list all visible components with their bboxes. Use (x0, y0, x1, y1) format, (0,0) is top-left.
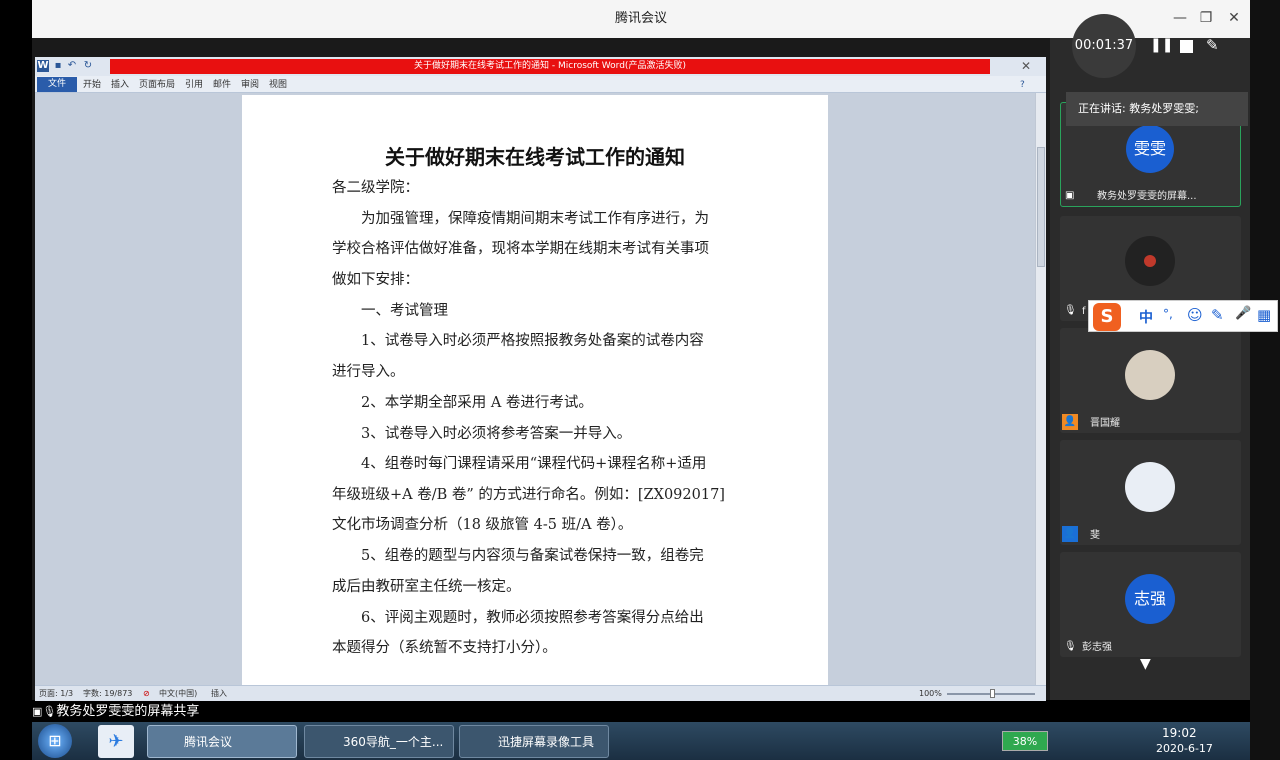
avatar (1125, 350, 1175, 400)
clock-time[interactable]: 19:02 (1162, 726, 1197, 740)
tab-view[interactable]: 视图 (269, 78, 287, 92)
meeting-titlebar: 腾讯会议 — ❐ ✕ (32, 0, 1250, 38)
document-line: 为加强管理，保障疫情期间期末考试工作有序进行，为 (332, 211, 709, 227)
tab-layout[interactable]: 页面布局 (139, 78, 175, 92)
avatar: 雯雯 (1126, 125, 1174, 173)
screen-share-label: ▣🎙教务处罗雯雯的屏幕共享 (32, 702, 332, 722)
recording-timer: 00:01:37 (1072, 14, 1136, 78)
scroll-down-icon[interactable]: ▼ (1140, 656, 1151, 672)
tab-insert[interactable]: 插入 (111, 78, 129, 92)
word-titlebar: W ▪ ↶ ↻ 关于做好期末在线考试工作的通知 - Microsoft Word… (35, 57, 1046, 76)
document-line: 年级班级+A 卷/B 卷” 的方式进行命名。例如：[ZX092017] (332, 487, 725, 503)
status-zoom[interactable]: 100% (919, 688, 942, 700)
taskbar-item[interactable]: 腾讯会议 (147, 725, 297, 758)
taskbar-item[interactable]: 迅捷屏幕录像工具 (459, 725, 609, 758)
tab-mailings[interactable]: 邮件 (213, 78, 231, 92)
status-language[interactable]: 中文(中国) (159, 688, 197, 700)
word-title-text: 关于做好期末在线考试工作的通知 - Microsoft Word(产品激活失败) (110, 59, 990, 74)
status-mode[interactable]: 插入 (211, 688, 227, 700)
left-border (0, 0, 32, 760)
right-border (1250, 0, 1280, 760)
user-icon: 👤 (1062, 526, 1078, 542)
sogou-logo-icon[interactable]: S (1093, 303, 1121, 331)
ribbon-tabs: 文件 开始 插入 页面布局 引用 邮件 审阅 视图 ? (35, 76, 1046, 93)
app-title: 腾讯会议 (614, 11, 667, 26)
vertical-scrollbar[interactable] (1035, 93, 1046, 685)
proofing-icon[interactable]: ⊘ (143, 688, 150, 700)
speaking-indicator: 正在讲话: 教务处罗雯雯; (1066, 92, 1248, 126)
save-icon[interactable]: ▪ (52, 60, 64, 72)
participant-tile[interactable]: 👤 斐 (1060, 440, 1241, 545)
tab-review[interactable]: 审阅 (241, 78, 259, 92)
document-line: 5、组卷的题型与内容须与备案试卷保持一致，组卷完 (332, 548, 704, 564)
pen-icon[interactable]: ✎ (1206, 36, 1219, 54)
help-icon[interactable]: ? (1020, 78, 1025, 92)
toolbox-icon[interactable]: ▦ (1257, 306, 1271, 324)
document-line: 做如下安排： (332, 272, 419, 288)
ime-toolbar: S 中 °, ☺ ✎ 🎤 ▦ (1088, 300, 1278, 332)
tab-home[interactable]: 开始 (83, 78, 101, 92)
participant-name: f (1082, 306, 1086, 317)
word-close-icon[interactable]: ✕ (1018, 59, 1034, 74)
word-logo-icon: W (37, 60, 49, 72)
clock-date[interactable]: 2020-6-17 (1156, 742, 1213, 755)
document-line: 各二级学院： (332, 180, 419, 196)
ime-mode-label[interactable]: 中 (1139, 307, 1153, 327)
pinned-app-icon[interactable]: ✈ (98, 725, 134, 758)
document-line: 一、考试管理 (332, 303, 448, 319)
battery-indicator[interactable]: 38% (1002, 731, 1048, 751)
document-line: 文化市场调查分析（18 级旅管 4-5 班/A 卷）。 (332, 517, 633, 533)
participant-panel: 雯雯 ▣ 教务处罗雯雯的屏幕... 🎙 f 👤 晋国耀 👤 斐 志强 🎙 彭志强… (1050, 38, 1250, 700)
document-line: 6、评阅主观题时，教师必须按照参考答案得分点给出 (332, 610, 704, 626)
restore-button[interactable]: ❐ (1196, 8, 1216, 28)
mic-muted-icon: 🎙 (1064, 305, 1077, 316)
participant-tile[interactable]: 👤 晋国耀 (1060, 328, 1241, 433)
participant-tile[interactable]: 志强 🎙 彭志强 (1060, 552, 1241, 657)
undo-icon[interactable]: ↶ (66, 60, 78, 72)
emoji-icon[interactable]: ☺ (1187, 306, 1203, 324)
document-line: 本题得分（系统暂不支持打小分）。 (332, 640, 557, 656)
screen-share-icon: ▣🎙 (32, 705, 57, 718)
avatar (1125, 236, 1175, 286)
participant-name: 彭志强 (1082, 642, 1112, 653)
mic-muted-icon: 🎙 (1064, 641, 1077, 652)
document-line: 1、试卷导入时必须严格按照报教务处备案的试卷内容 (332, 333, 704, 349)
zoom-slider-thumb[interactable] (990, 689, 995, 698)
document-line: 3、试卷导入时必须将参考答案一并导入。 (332, 426, 632, 442)
avatar (1125, 462, 1175, 512)
document-line: 学校合格评估做好准备，现将本学期在线期末考试有关事项 (332, 241, 709, 257)
scroll-thumb[interactable] (1037, 147, 1045, 267)
host-icon: 👤 (1062, 414, 1078, 430)
minimize-button[interactable]: — (1170, 8, 1190, 28)
status-page[interactable]: 页面: 1/3 (39, 688, 73, 700)
participant-name: 教务处罗雯雯的屏幕... (1097, 191, 1197, 202)
participant-name: 斐 (1090, 530, 1100, 541)
close-button[interactable]: ✕ (1224, 8, 1244, 28)
screen-share-icon: ▣ (1065, 190, 1075, 201)
pause-icon[interactable]: ❚❚ (1150, 37, 1173, 53)
document-page[interactable]: 关于做好期末在线考试工作的通知 各二级学院： 为加强管理，保障疫情期间期末考试工… (242, 95, 828, 685)
tab-file[interactable]: 文件 (37, 77, 77, 92)
participant-name: 晋国耀 (1090, 418, 1120, 429)
document-line: 2、本学期全部采用 A 卷进行考试。 (332, 395, 593, 411)
tab-references[interactable]: 引用 (185, 78, 203, 92)
start-button[interactable]: ⊞ (38, 724, 72, 758)
redo-icon[interactable]: ↻ (82, 60, 94, 72)
word-window: W ▪ ↶ ↻ 关于做好期末在线考试工作的通知 - Microsoft Word… (35, 57, 1046, 701)
taskbar: ⊞ ✈ 腾讯会议 360导航_一个主... 迅捷屏幕录像工具 38% 19:02… (32, 722, 1250, 760)
handwriting-icon[interactable]: ✎ (1211, 306, 1224, 324)
document-line: 成后由教研室主任统一核定。 (332, 579, 521, 595)
document-line: 进行导入。 (332, 364, 405, 380)
status-words[interactable]: 字数: 19/873 (83, 688, 132, 700)
taskbar-item[interactable]: 360导航_一个主... (304, 725, 454, 758)
stop-icon[interactable] (1180, 40, 1193, 53)
share-label-text: 教务处罗雯雯的屏幕共享 (56, 704, 200, 719)
punctuation-icon[interactable]: °, (1163, 307, 1173, 321)
voice-icon[interactable]: 🎤 (1235, 306, 1251, 321)
status-bar: 页面: 1/3 字数: 19/873 ⊘ 中文(中国) 插入 100% (35, 685, 1046, 701)
document-line: 4、组卷时每门课程请采用“课程代码+课程名称+适用 (332, 456, 707, 472)
document-title: 关于做好期末在线考试工作的通知 (385, 145, 685, 169)
avatar: 志强 (1125, 574, 1175, 624)
